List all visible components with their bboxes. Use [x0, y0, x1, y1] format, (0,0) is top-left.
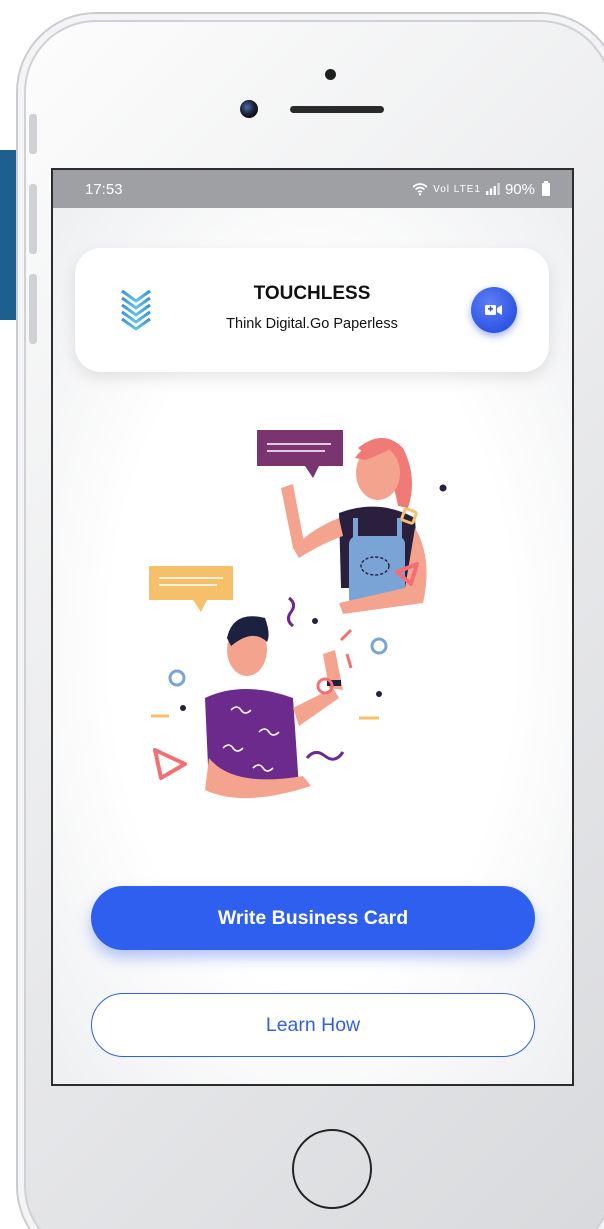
network-label: Vol LTE1 [433, 183, 481, 195]
earpiece-speaker [290, 106, 384, 113]
speech-bubble-left [149, 566, 233, 612]
man-figure [205, 616, 343, 799]
phone-screen: 17:53 Vol LTE1 90% TOUCHLESS Think Digit… [51, 168, 574, 1086]
learn-how-button[interactable]: Learn How [91, 993, 535, 1057]
front-camera-icon [240, 100, 258, 118]
battery-percentage: 90% [504, 180, 535, 198]
app-content: TOUCHLESS Think Digital.Go Paperless Wri… [53, 208, 572, 1084]
status-bar: 17:53 Vol LTE1 90% [53, 170, 572, 208]
video-call-button[interactable] [471, 287, 517, 333]
battery-icon [542, 180, 550, 196]
status-time: 17:53 [85, 180, 123, 198]
signal-icon [485, 183, 500, 195]
write-business-card-button[interactable]: Write Business Card [91, 886, 535, 950]
proximity-sensor [325, 69, 336, 80]
volume-down-button [29, 274, 37, 344]
speech-bubble-top [257, 430, 343, 478]
stage: 17:53 Vol LTE1 90% TOUCHLESS Think Digit… [0, 0, 604, 1229]
volume-up-button [29, 184, 37, 254]
home-button[interactable] [292, 1129, 372, 1209]
two-people-chatting-illustration [149, 430, 447, 799]
wifi-icon [412, 182, 428, 195]
header-card: TOUCHLESS Think Digital.Go Paperless [75, 248, 549, 372]
mute-switch [29, 114, 37, 154]
status-indicators: Vol LTE1 90% [412, 180, 550, 198]
video-camera-icon [485, 305, 502, 315]
